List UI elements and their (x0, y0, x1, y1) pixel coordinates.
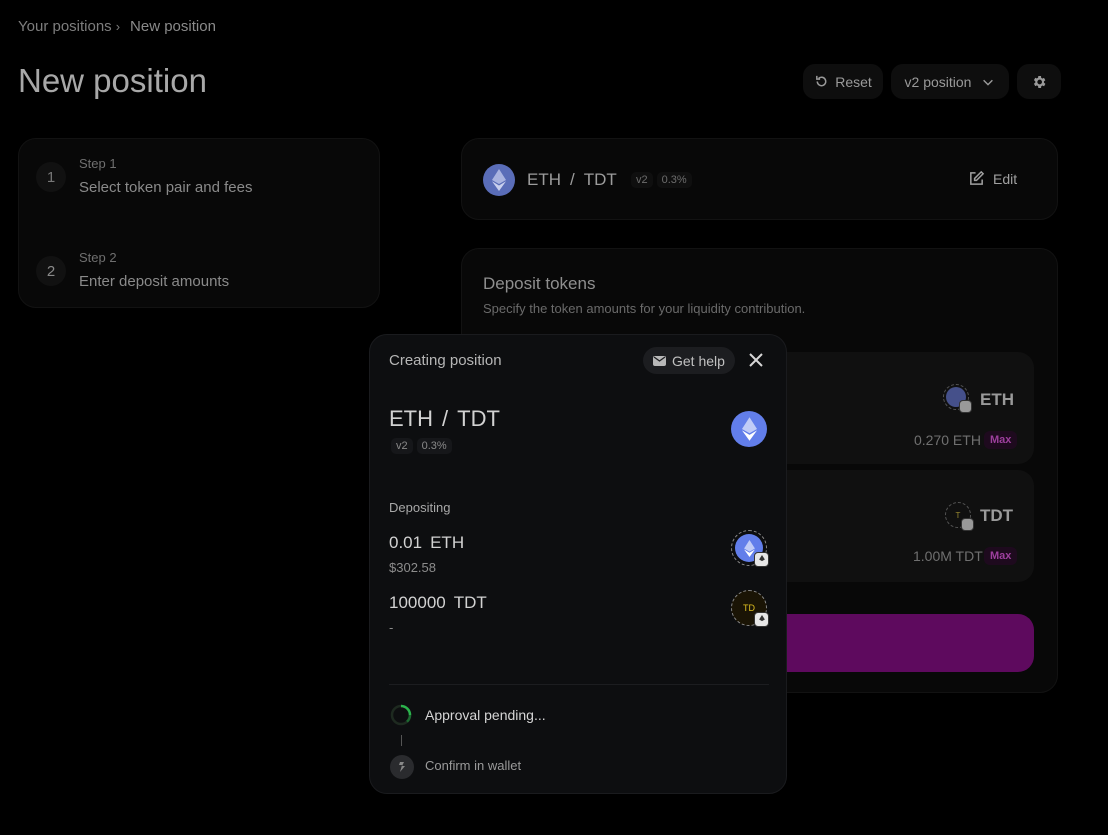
breadcrumb-parent-link[interactable]: Your positions (18, 18, 112, 35)
deposit-subtitle: Specify the token amounts for your liqui… (483, 301, 806, 316)
chain-badge-icon (754, 552, 769, 567)
gear-icon (1033, 75, 1046, 88)
page-title: New position (18, 62, 207, 99)
pair-token0: ETH (527, 170, 561, 189)
steps-panel: 1 Step 1 Select token pair and fees 2 St… (18, 138, 380, 308)
modal-fee-badge: 0.3% (416, 438, 452, 454)
help-mail-icon (653, 355, 666, 366)
tdt-max-button[interactable]: Max (984, 547, 1018, 565)
chain-badge-icon (961, 518, 974, 531)
version-label: v2 position (904, 73, 972, 90)
modal-pair-token1: TDT (457, 406, 500, 431)
settings-button[interactable] (1017, 64, 1061, 99)
tdt-symbol[interactable]: TDT (980, 506, 1013, 526)
edit-icon (970, 170, 985, 185)
modal-eth-logo-icon (731, 411, 767, 447)
get-help-label: Get help (672, 352, 725, 369)
eth-symbol[interactable]: ETH (980, 390, 1014, 410)
pair-slash: / (570, 170, 575, 189)
deposit-eth-usd: $302.58 (389, 560, 436, 575)
deposit-tdt-usd: - (389, 620, 394, 635)
edit-button[interactable]: Edit (968, 170, 1017, 187)
breadcrumb-current: New position (130, 18, 216, 35)
tdt-logo-text: T (955, 510, 961, 520)
step-1-text[interactable]: Select token pair and fees (79, 179, 252, 196)
fee-badge: 0.3% (656, 172, 692, 188)
step-1-label: Step 1 (79, 156, 117, 171)
version-dropdown[interactable]: v2 position (891, 64, 1009, 99)
deposit-tdt-amount: 100000 (389, 593, 446, 612)
eth-token-icon (943, 384, 972, 413)
modal-version-badge: v2 (391, 438, 413, 454)
modal-pair-slash: / (442, 406, 449, 431)
tdt-balance: 1.00M TDT (913, 548, 983, 564)
edit-label: Edit (993, 170, 1018, 187)
reset-icon (816, 75, 827, 87)
deposit-eth-symbol: ETH (430, 533, 465, 552)
creating-position-modal: Creating position Get help ETH / TDT v2 … (369, 334, 787, 794)
tdt-token-icon: T (945, 502, 974, 531)
get-help-button[interactable]: Get help (643, 347, 735, 374)
status-confirm: Confirm in wallet (425, 758, 522, 773)
chain-badge-icon (959, 400, 972, 413)
pair-panel: ETH / TDT v2 0.3% Edit (461, 138, 1058, 220)
deposit-eth-icon (731, 530, 769, 567)
wallet-icon (390, 755, 414, 779)
spinner-icon (390, 704, 412, 726)
deposit-tdt-symbol: TDT (453, 593, 487, 612)
eth-max-button[interactable]: Max (984, 431, 1018, 449)
eth-logo-icon (483, 164, 515, 196)
chevron-down-icon (983, 79, 994, 86)
divider (389, 684, 769, 685)
breadcrumb: Your positions › New position (18, 18, 216, 35)
pair-token1: TDT (583, 170, 617, 189)
modal-pair-token0: ETH (389, 406, 433, 431)
step-2-number: 2 (36, 256, 66, 286)
modal-title: Creating position (389, 352, 502, 369)
status-approval: Approval pending... (425, 707, 546, 723)
status-connector (401, 735, 402, 746)
step-2-label: Step 2 (79, 250, 117, 265)
deposit-tdt-logo-text: TD (743, 603, 755, 613)
deposit-tdt-icon: TD (731, 590, 769, 627)
deposit-eth-amount: 0.01 (389, 533, 423, 552)
version-badge: v2 (631, 172, 653, 188)
step-2-text[interactable]: Enter deposit amounts (79, 273, 229, 290)
reset-button[interactable]: Reset (803, 64, 883, 99)
chain-badge-icon (754, 612, 769, 627)
step-1-number: 1 (36, 162, 66, 192)
close-icon[interactable] (748, 352, 764, 368)
chevron-right-icon: › (115, 19, 121, 34)
eth-balance: 0.270 ETH (914, 432, 981, 448)
reset-label: Reset (835, 73, 872, 90)
deposit-title: Deposit tokens (483, 274, 596, 293)
depositing-label: Depositing (389, 500, 451, 515)
